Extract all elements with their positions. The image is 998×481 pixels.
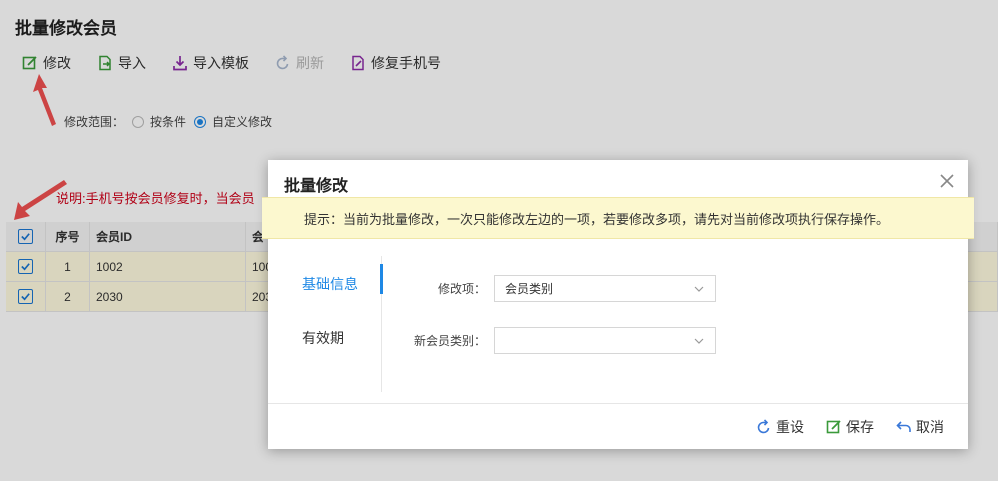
chevron-down-icon	[694, 286, 704, 292]
cancel-button[interactable]: 取消	[896, 417, 944, 437]
hint-bar: 提示：当前为批量修改，一次只能修改左边的一项，若要修改多项，请先对当前修改项执行…	[262, 197, 974, 239]
close-icon[interactable]	[938, 172, 956, 190]
active-tab-indicator	[380, 264, 383, 294]
field-row: 修改项： 会员类别	[402, 275, 716, 302]
new-member-type-label: 新会员类别：	[413, 334, 486, 348]
save-button-label: 保存	[846, 418, 874, 435]
dialog-title: 批量修改	[284, 178, 349, 195]
undo-icon	[896, 420, 911, 432]
field-select[interactable]: 会员类别	[494, 275, 716, 302]
chevron-down-icon	[694, 338, 704, 344]
save-button[interactable]: 保存	[826, 417, 874, 437]
batch-edit-dialog: 批量修改 提示：当前为批量修改，一次只能修改左边的一项，若要修改多项，请先对当前…	[262, 160, 974, 449]
field-label: 修改项：	[437, 282, 486, 296]
cancel-button-label: 取消	[916, 418, 944, 435]
refresh-icon	[757, 418, 770, 433]
tab-basic-info[interactable]: 基础信息	[302, 274, 358, 294]
reset-button[interactable]: 重设	[756, 417, 804, 437]
edit-icon	[826, 419, 841, 433]
new-member-type-select[interactable]	[494, 327, 716, 354]
field-select-value: 会员类别	[505, 282, 554, 296]
tab-validity[interactable]: 有效期	[302, 328, 344, 348]
dialog-side-nav: 基础信息 有效期	[268, 256, 383, 392]
dialog-footer: 重设 保存 取消	[268, 403, 968, 449]
new-member-type-row: 新会员类别：	[402, 327, 716, 354]
reset-button-label: 重设	[776, 418, 804, 435]
